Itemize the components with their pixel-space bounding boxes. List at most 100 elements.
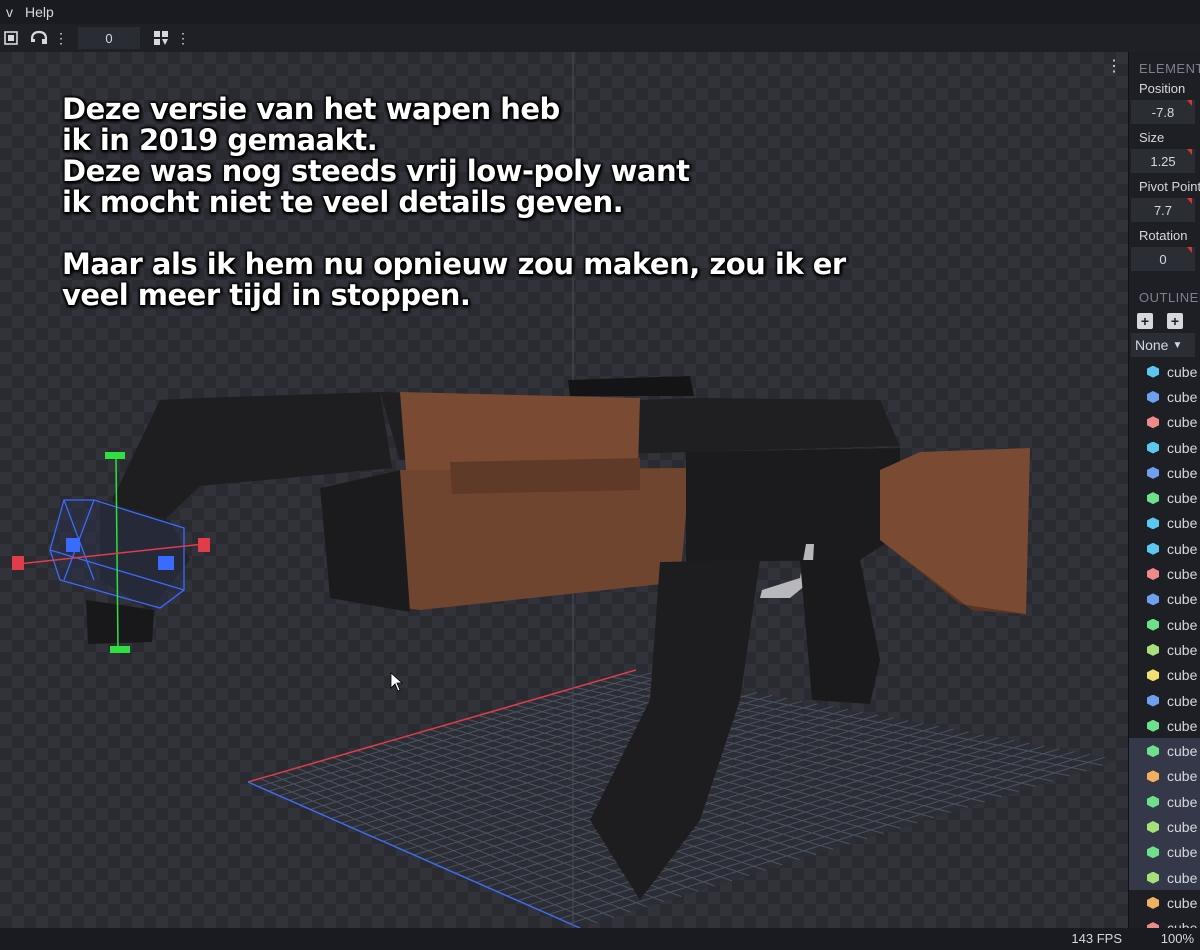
outliner-item-label: cube [1167,616,1198,633]
outliner-item-label: cube [1167,793,1198,810]
cube-icon [1147,694,1159,707]
outliner-item-label: cube [1167,464,1198,481]
cube-icon [1147,441,1159,454]
outliner-item[interactable]: cube [1129,485,1200,510]
cube-icon [1147,416,1159,429]
cube-icon [1147,466,1159,479]
outliner-item[interactable]: cube [1129,890,1200,915]
caption-line: ik mocht niet te veel details geven. [62,185,624,219]
size-label: Size [1139,130,1165,145]
outliner-item[interactable]: cube [1129,359,1200,384]
outliner-item[interactable]: cube [1129,789,1200,815]
caption-overlay: Deze versie van het wapen heb ik in 2019… [62,94,962,311]
outliner-item-label: cube [1167,540,1198,557]
frame-input[interactable]: 0 [78,27,140,49]
outliner-item[interactable]: cube [1129,663,1200,688]
outliner-item[interactable]: cube [1129,864,1200,891]
caption-line [62,218,962,249]
cube-icon [1147,770,1159,783]
outliner-item[interactable]: cube [1129,839,1200,865]
outliner-item-label: cube [1167,818,1198,835]
outliner-item-label: cube [1167,566,1198,583]
outliner-item[interactable]: cube [1129,511,1200,536]
outliner-item[interactable]: cube [1129,561,1200,586]
cube-icon [1147,795,1159,808]
size-field[interactable]: 1.25 [1131,149,1195,173]
outliner-toolbar: + + [1129,307,1200,333]
outliner-item[interactable]: cube [1129,435,1200,460]
zoom-level: 100% [1160,931,1194,946]
cube-icon [1147,745,1159,758]
cube-icon [1147,390,1159,403]
rotation-label: Rotation [1139,228,1188,243]
position-field[interactable]: -7.8 [1131,100,1195,124]
position-label: Position [1139,81,1186,96]
filter-value: None [1135,337,1169,353]
add-cube-icon[interactable]: + [1137,313,1153,329]
fps-counter: 143 FPS [1071,931,1122,946]
outliner-item[interactable]: cube [1129,738,1200,764]
statusbar: 143 FPS 100% [0,928,1200,950]
rotation-field[interactable]: 0 [1131,247,1195,271]
outliner-item[interactable]: cube [1129,460,1200,485]
outliner-item-label: cube [1167,439,1198,456]
outliner-item-label: cube [1167,641,1198,658]
cube-icon [1147,846,1159,859]
rotation-value: 0 [1159,251,1167,267]
outliner-filter-select[interactable]: None ▼ [1131,333,1195,357]
caption-line: Maar als ik hem nu opnieuw zou maken, zo… [62,247,846,281]
outliner-item-label: cube [1167,717,1198,734]
outliner-item-label: cube [1167,388,1198,405]
cube-icon [1147,896,1159,909]
caption-line: veel meer tijd in stoppen. [62,278,471,312]
outliner-item-label: cube [1167,920,1197,928]
outliner-item-label: cube [1167,844,1198,861]
pivot-label: Pivot Point [1139,179,1200,194]
add-group-icon[interactable]: + [1167,313,1183,329]
position-value: -7.8 [1151,104,1175,120]
outliner-item-label: cube [1167,591,1198,608]
outliner-item[interactable]: cube [1129,410,1200,435]
menu-help[interactable]: Help [19,4,60,20]
more-options-icon-2[interactable]: ⋮ [172,27,194,49]
layout-icon[interactable] [150,27,172,49]
element-panel-title: ELEMENT [1139,61,1200,76]
cube-icon [1147,593,1159,606]
outliner-item[interactable]: cube [1129,688,1200,713]
outliner-item[interactable]: cube [1129,763,1200,790]
pivot-field[interactable]: 7.7 [1131,198,1195,222]
menu-view[interactable]: v [0,4,19,20]
outliner-item[interactable]: cube [1129,612,1200,637]
outliner-item[interactable]: cube [1129,384,1200,409]
cube-icon [1147,719,1159,732]
frame-icon[interactable] [0,27,22,49]
toolbar: ⋮ 0 ⋮ [0,24,1200,52]
outliner-item[interactable]: cube [1129,814,1200,840]
outliner-item[interactable]: cube [1129,587,1200,612]
right-sidebar: ELEMENT Position -7.8 Size 1.25 Pivot Po… [1128,52,1200,928]
cube-icon [1147,365,1159,378]
outliner-item[interactable]: cube [1129,916,1200,928]
cube-icon [1147,871,1159,884]
outliner-item[interactable]: cube [1129,637,1200,662]
outliner-title: OUTLINER [1139,290,1200,305]
outliner-item-label: cube [1167,692,1198,709]
cube-icon [1147,517,1159,530]
more-options-icon[interactable]: ⋮ [50,27,72,49]
outliner-item-label: cube [1167,414,1198,431]
rotate-icon[interactable] [28,27,50,49]
cube-icon [1147,669,1159,682]
outliner-item[interactable]: cube [1129,713,1200,738]
outliner-item-label: cube [1167,768,1198,785]
viewport-menu-icon[interactable]: ⋮ [1106,56,1122,76]
caption-line: ik in 2019 gemaakt. [62,123,378,157]
outliner-item-label: cube [1167,363,1198,380]
outliner-item-label: cube [1167,667,1198,684]
viewport-3d[interactable]: Deze versie van het wapen heb ik in 2019… [0,52,1128,928]
outliner-list: cube cube cube cube cube cube cube cube cube cube… [1129,359,1200,928]
caption-line: Deze was nog steeds vrij low-poly want [62,154,690,188]
size-value: 1.25 [1150,153,1176,169]
cube-icon [1147,618,1159,631]
mouse-cursor [390,672,404,692]
outliner-item[interactable]: cube [1129,536,1200,561]
